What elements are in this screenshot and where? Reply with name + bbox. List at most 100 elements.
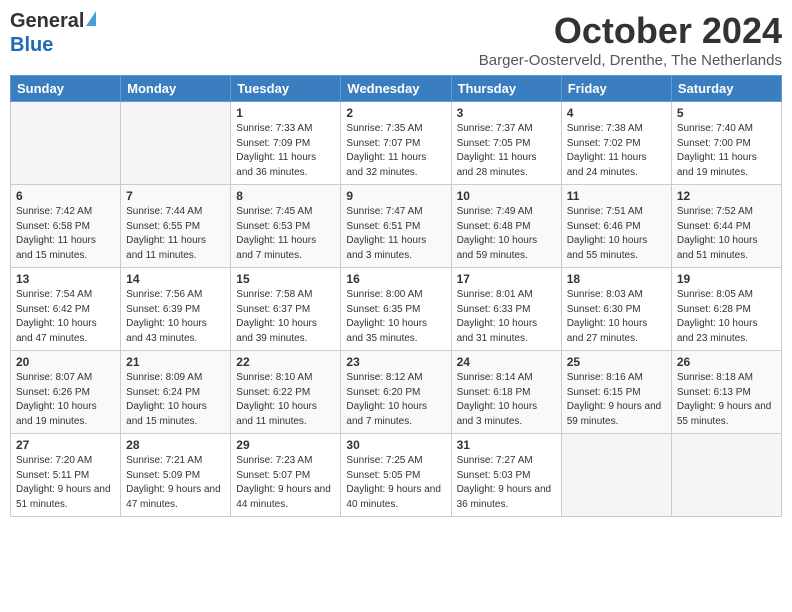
calendar-cell: 9 Sunrise: 7:47 AM Sunset: 6:51 PM Daylig… — [341, 185, 451, 268]
day-header-friday: Friday — [561, 76, 671, 102]
calendar-cell: 31Sunrise: 7:27 AM Sunset: 5:03 PM Dayli… — [451, 434, 561, 517]
calendar-header-row: SundayMondayTuesdayWednesdayThursdayFrid… — [11, 76, 782, 102]
day-info: Sunrise: 7:44 AM Sunset: 6:55 PM Dayligh… — [126, 205, 225, 263]
calendar-cell: 14 Sunrise: 7:56 AM Sunset: 6:39 PM Dayli… — [121, 268, 231, 351]
calendar-cell: 7 Sunrise: 7:44 AM Sunset: 6:55 PM Daylig… — [121, 185, 231, 268]
day-info: Sunrise: 8:01 AM Sunset: 6:33 PM Dayligh… — [457, 288, 556, 346]
calendar-cell: 24 Sunrise: 8:14 AM Sunset: 6:18 PM Dayli… — [451, 351, 561, 434]
day-info: Sunrise: 7:23 AM Sunset: 5:07 PM Dayligh… — [236, 454, 335, 512]
day-number: 30 — [346, 438, 445, 452]
day-info: Sunrise: 7:54 AM Sunset: 6:42 PM Dayligh… — [16, 288, 115, 346]
calendar-week-row: 13Sunrise: 7:54 AM Sunset: 6:42 PM Dayli… — [11, 268, 782, 351]
calendar-cell: 29 Sunrise: 7:23 AM Sunset: 5:07 PM Dayli… — [231, 434, 341, 517]
calendar-cell: 10 Sunrise: 7:49 AM Sunset: 6:48 PM Dayli… — [451, 185, 561, 268]
location-title: Barger-Oosterveld, Drenthe, The Netherla… — [479, 52, 782, 69]
day-header-wednesday: Wednesday — [341, 76, 451, 102]
day-number: 17 — [457, 272, 556, 286]
calendar-cell: 20 Sunrise: 8:07 AM Sunset: 6:26 PM Dayli… — [11, 351, 121, 434]
calendar-cell — [11, 102, 121, 185]
day-info: Sunrise: 8:09 AM Sunset: 6:24 PM Dayligh… — [126, 371, 225, 429]
calendar-cell: 12 Sunrise: 7:52 AM Sunset: 6:44 PM Dayli… — [671, 185, 781, 268]
day-info: Sunrise: 7:38 AM Sunset: 7:02 PM Dayligh… — [567, 122, 666, 180]
day-info: Sunrise: 7:58 AM Sunset: 6:37 PM Dayligh… — [236, 288, 335, 346]
day-number: 7 — [126, 189, 225, 203]
day-number: 25 — [567, 355, 666, 369]
logo-triangle-icon — [86, 11, 96, 26]
day-info: Sunrise: 7:21 AM Sunset: 5:09 PM Dayligh… — [126, 454, 225, 512]
day-info: Sunrise: 7:45 AM Sunset: 6:53 PM Dayligh… — [236, 205, 335, 263]
day-info: Sunrise: 7:52 AM Sunset: 6:44 PM Dayligh… — [677, 205, 776, 263]
day-info: Sunrise: 8:16 AM Sunset: 6:15 PM Dayligh… — [567, 371, 666, 429]
day-info: Sunrise: 8:18 AM Sunset: 6:13 PM Dayligh… — [677, 371, 776, 429]
day-number: 29 — [236, 438, 335, 452]
day-number: 4 — [567, 106, 666, 120]
day-number: 2 — [346, 106, 445, 120]
day-number: 18 — [567, 272, 666, 286]
calendar-cell: 3 Sunrise: 7:37 AM Sunset: 7:05 PM Daylig… — [451, 102, 561, 185]
day-number: 27 — [16, 438, 115, 452]
calendar-table: SundayMondayTuesdayWednesdayThursdayFrid… — [10, 75, 782, 517]
day-info: Sunrise: 7:56 AM Sunset: 6:39 PM Dayligh… — [126, 288, 225, 346]
day-info: Sunrise: 7:35 AM Sunset: 7:07 PM Dayligh… — [346, 122, 445, 180]
day-info: Sunrise: 7:42 AM Sunset: 6:58 PM Dayligh… — [16, 205, 115, 263]
day-info: Sunrise: 8:00 AM Sunset: 6:35 PM Dayligh… — [346, 288, 445, 346]
day-number: 24 — [457, 355, 556, 369]
day-number: 28 — [126, 438, 225, 452]
day-number: 16 — [346, 272, 445, 286]
day-header-sunday: Sunday — [11, 76, 121, 102]
calendar-week-row: 6 Sunrise: 7:42 AM Sunset: 6:58 PM Daylig… — [11, 185, 782, 268]
month-title: October 2024 — [479, 10, 782, 52]
day-info: Sunrise: 8:10 AM Sunset: 6:22 PM Dayligh… — [236, 371, 335, 429]
day-info: Sunrise: 7:51 AM Sunset: 6:46 PM Dayligh… — [567, 205, 666, 263]
day-info: Sunrise: 7:33 AM Sunset: 7:09 PM Dayligh… — [236, 122, 335, 180]
day-number: 22 — [236, 355, 335, 369]
day-header-saturday: Saturday — [671, 76, 781, 102]
day-number: 12 — [677, 189, 776, 203]
calendar-cell — [671, 434, 781, 517]
calendar-cell: 18 Sunrise: 8:03 AM Sunset: 6:30 PM Dayli… — [561, 268, 671, 351]
calendar-cell: 23Sunrise: 8:12 AM Sunset: 6:20 PM Dayli… — [341, 351, 451, 434]
calendar-cell: 6 Sunrise: 7:42 AM Sunset: 6:58 PM Daylig… — [11, 185, 121, 268]
calendar-cell: 8 Sunrise: 7:45 AM Sunset: 6:53 PM Daylig… — [231, 185, 341, 268]
day-info: Sunrise: 7:25 AM Sunset: 5:05 PM Dayligh… — [346, 454, 445, 512]
day-info: Sunrise: 8:03 AM Sunset: 6:30 PM Dayligh… — [567, 288, 666, 346]
day-number: 26 — [677, 355, 776, 369]
calendar-cell: 21Sunrise: 8:09 AM Sunset: 6:24 PM Dayli… — [121, 351, 231, 434]
logo: General Blue — [10, 10, 96, 57]
day-info: Sunrise: 8:12 AM Sunset: 6:20 PM Dayligh… — [346, 371, 445, 429]
page-header: General Blue October 2024 Barger-Oosterv… — [10, 10, 782, 69]
calendar-cell: 25 Sunrise: 8:16 AM Sunset: 6:15 PM Dayli… — [561, 351, 671, 434]
calendar-cell: 17 Sunrise: 8:01 AM Sunset: 6:33 PM Dayli… — [451, 268, 561, 351]
calendar-cell: 19Sunrise: 8:05 AM Sunset: 6:28 PM Dayli… — [671, 268, 781, 351]
day-number: 31 — [457, 438, 556, 452]
day-number: 9 — [346, 189, 445, 203]
calendar-cell: 22 Sunrise: 8:10 AM Sunset: 6:22 PM Dayli… — [231, 351, 341, 434]
day-info: Sunrise: 8:07 AM Sunset: 6:26 PM Dayligh… — [16, 371, 115, 429]
day-number: 1 — [236, 106, 335, 120]
calendar-cell: 5Sunrise: 7:40 AM Sunset: 7:00 PM Daylig… — [671, 102, 781, 185]
day-number: 5 — [677, 106, 776, 120]
day-number: 3 — [457, 106, 556, 120]
day-info: Sunrise: 7:20 AM Sunset: 5:11 PM Dayligh… — [16, 454, 115, 512]
logo-blue-text: Blue — [10, 34, 53, 56]
day-number: 11 — [567, 189, 666, 203]
calendar-cell: 30 Sunrise: 7:25 AM Sunset: 5:05 PM Dayli… — [341, 434, 451, 517]
calendar-week-row: 27 Sunrise: 7:20 AM Sunset: 5:11 PM Dayli… — [11, 434, 782, 517]
calendar-cell: 1 Sunrise: 7:33 AM Sunset: 7:09 PM Daylig… — [231, 102, 341, 185]
day-number: 10 — [457, 189, 556, 203]
day-info: Sunrise: 8:05 AM Sunset: 6:28 PM Dayligh… — [677, 288, 776, 346]
day-info: Sunrise: 7:49 AM Sunset: 6:48 PM Dayligh… — [457, 205, 556, 263]
calendar-cell: 27 Sunrise: 7:20 AM Sunset: 5:11 PM Dayli… — [11, 434, 121, 517]
calendar-cell: 4 Sunrise: 7:38 AM Sunset: 7:02 PM Daylig… — [561, 102, 671, 185]
day-number: 6 — [16, 189, 115, 203]
day-number: 8 — [236, 189, 335, 203]
calendar-week-row: 1 Sunrise: 7:33 AM Sunset: 7:09 PM Daylig… — [11, 102, 782, 185]
day-number: 20 — [16, 355, 115, 369]
calendar-cell: 16 Sunrise: 8:00 AM Sunset: 6:35 PM Dayli… — [341, 268, 451, 351]
day-number: 14 — [126, 272, 225, 286]
logo-general-text: General — [10, 10, 84, 32]
day-header-thursday: Thursday — [451, 76, 561, 102]
day-info: Sunrise: 7:47 AM Sunset: 6:51 PM Dayligh… — [346, 205, 445, 263]
day-info: Sunrise: 7:37 AM Sunset: 7:05 PM Dayligh… — [457, 122, 556, 180]
day-info: Sunrise: 8:14 AM Sunset: 6:18 PM Dayligh… — [457, 371, 556, 429]
